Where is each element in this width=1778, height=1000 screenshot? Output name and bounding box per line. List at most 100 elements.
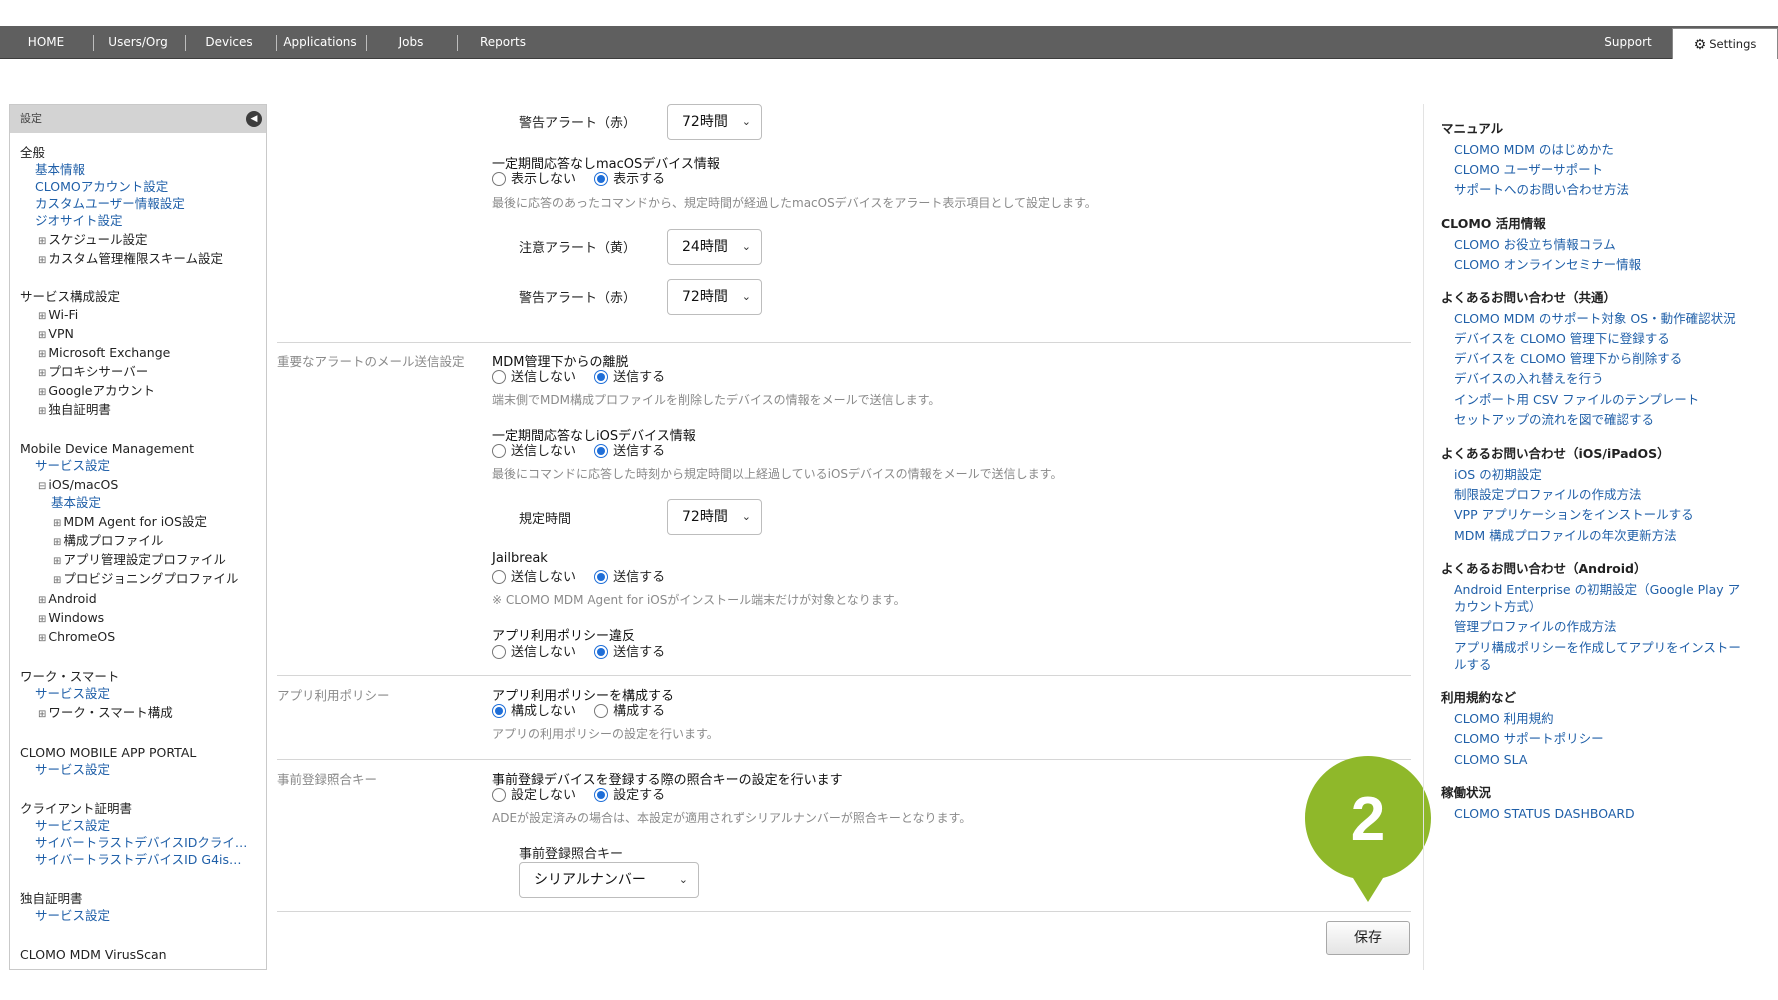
help-link[interactable]: デバイスの入れ替えを行う xyxy=(1454,370,1604,387)
help-link[interactable]: カウント方式） xyxy=(1454,598,1542,615)
sidebar-header: 設定 ◀ xyxy=(10,105,266,133)
sidebar-heading-virusscan: CLOMO MDM VirusScan xyxy=(20,947,167,962)
sidebar-link-basic-info[interactable]: 基本情報 xyxy=(35,162,85,178)
caution-alert-select[interactable]: 24時間 ⌄ xyxy=(667,229,762,265)
sidebar-tree-ios-macos[interactable]: iOS/macOS xyxy=(38,477,118,495)
sidebar-tree-google-account[interactable]: Googleアカウント xyxy=(38,383,155,401)
leave-send-on-option[interactable]: 送信する xyxy=(594,370,665,385)
section-divider xyxy=(277,675,1411,676)
sidebar-tree-config-profile[interactable]: 構成プロファイル xyxy=(53,533,163,551)
help-link[interactable]: デバイスを CLOMO 管理下から削除する xyxy=(1454,350,1682,367)
ios-no-response-options: 送信しない 送信する xyxy=(492,443,679,461)
sidebar-link-cybertrust-g4[interactable]: サイバートラストデバイスID G4is… xyxy=(35,852,242,868)
sidebar-link-cybertrust-client[interactable]: サイバートラストデバイスIDクライ… xyxy=(35,835,247,851)
chevron-down-icon: ⌄ xyxy=(741,290,751,303)
help-link[interactable]: アプリ構成ポリシーを作成してアプリをインストー xyxy=(1454,639,1741,656)
nav-support[interactable]: Support xyxy=(1590,26,1666,59)
nav-settings[interactable]: ⚙ Settings xyxy=(1672,28,1778,59)
top-warn-alert-select[interactable]: 72時間 ⌄ xyxy=(667,104,762,140)
sidebar-tree-windows[interactable]: Windows xyxy=(38,610,104,628)
sidebar-link-own-cert-service[interactable]: サービス設定 xyxy=(35,908,110,924)
sidebar-tree-chromeos[interactable]: ChromeOS xyxy=(38,629,115,647)
save-button[interactable]: 保存 xyxy=(1326,921,1410,955)
help-link[interactable]: 制限設定プロファイルの作成方法 xyxy=(1454,486,1642,503)
jb-send-on-option[interactable]: 送信する xyxy=(594,570,665,585)
step-marker-badge: 2 xyxy=(1305,756,1431,902)
prereg-key-select[interactable]: シリアルナンバー ⌄ xyxy=(519,862,699,898)
section-divider xyxy=(277,911,1411,912)
collapse-sidebar-icon[interactable]: ◀ xyxy=(246,111,262,127)
ios-send-off-option[interactable]: 送信しない xyxy=(492,444,576,459)
send-off-label: 送信しない xyxy=(511,645,577,660)
nav-home[interactable]: HOME xyxy=(14,26,78,59)
sidebar-tree-proxy[interactable]: プロキシサーバー xyxy=(38,364,148,382)
sidebar-link-clomo-account[interactable]: CLOMOアカウント設定 xyxy=(35,179,168,195)
ios-send-on-option[interactable]: 送信する xyxy=(594,444,665,459)
sidebar-tree-exchange[interactable]: Microsoft Exchange xyxy=(38,345,170,363)
mac-no-response-hint: 最後に応答のあったコマンドから、規定時間が経過したmacOSデバイスをアラート表… xyxy=(492,196,1097,210)
sidebar-link-custom-user-info[interactable]: カスタムユーザー情報設定 xyxy=(35,196,185,212)
sidebar-tree-mdm-agent[interactable]: MDM Agent for iOS設定 xyxy=(53,514,207,532)
warn-alert-label: 警告アラート（赤） xyxy=(519,291,637,306)
help-link[interactable]: VPP アプリケーションをインストールする xyxy=(1454,506,1694,523)
policy-violation-options: 送信しない 送信する xyxy=(492,644,679,662)
sidebar-link-mdm-service[interactable]: サービス設定 xyxy=(35,458,110,474)
pv-send-off-option[interactable]: 送信しない xyxy=(492,645,576,660)
help-link[interactable]: MDM 構成プロファイルの年次更新方法 xyxy=(1454,527,1677,544)
mac-show-option[interactable]: 表示する xyxy=(594,172,665,187)
leave-mdm-hint: 端末側でMDM構成プロファイルを削除したデバイスの情報をメールで送信します。 xyxy=(492,393,941,407)
help-link[interactable]: CLOMO MDM のはじめかた xyxy=(1454,141,1614,158)
help-link[interactable]: インポート用 CSV ファイルのテンプレート xyxy=(1454,391,1699,408)
help-link[interactable]: デバイスを CLOMO 管理下に登録する xyxy=(1454,330,1670,347)
help-link[interactable]: iOS の初期設定 xyxy=(1454,466,1542,483)
pv-send-on-option[interactable]: 送信する xyxy=(594,645,665,660)
prereg-off-option[interactable]: 設定しない xyxy=(492,788,576,803)
help-link[interactable]: サポートへのお問い合わせ方法 xyxy=(1454,181,1629,198)
help-link[interactable]: CLOMO お役立ち情報コラム xyxy=(1454,236,1616,253)
prereg-on-option[interactable]: 設定する xyxy=(594,788,665,803)
help-link[interactable]: Android Enterprise の初期設定（Google Play ア xyxy=(1454,581,1740,598)
policy-off-option[interactable]: 構成しない xyxy=(492,704,576,719)
help-link[interactable]: CLOMO SLA xyxy=(1454,751,1527,768)
top-nav-bar: HOME Users/Org Devices Applications Jobs… xyxy=(0,26,1778,59)
help-link[interactable]: CLOMO サポートポリシー xyxy=(1454,730,1604,747)
sidebar-link-portal-service[interactable]: サービス設定 xyxy=(35,762,110,778)
send-on-label: 送信する xyxy=(613,444,666,459)
help-link[interactable]: セットアップの流れを図で確認する xyxy=(1454,411,1654,428)
sidebar-tree-app-config-profile[interactable]: アプリ管理設定プロファイル xyxy=(53,552,226,570)
sidebar-tree-own-cert[interactable]: 独自証明書 xyxy=(38,402,111,420)
sidebar-link-basic-settings[interactable]: 基本設定 xyxy=(51,495,101,511)
help-link[interactable]: CLOMO MDM のサポート対象 OS・動作確認状況 xyxy=(1454,310,1736,327)
nav-applications[interactable]: Applications xyxy=(281,26,359,59)
help-link[interactable]: CLOMO 利用規約 xyxy=(1454,710,1554,727)
help-link[interactable]: ルする xyxy=(1454,656,1492,673)
sidebar-tree-schedule[interactable]: スケジュール設定 xyxy=(38,232,147,250)
sidebar-tree-wifi[interactable]: Wi-Fi xyxy=(38,307,78,325)
policy-on-option[interactable]: 構成する xyxy=(594,704,665,719)
help-link[interactable]: 管理プロファイルの作成方法 xyxy=(1454,618,1617,635)
help-heading-manual: マニュアル xyxy=(1441,121,1504,136)
jb-send-off-option[interactable]: 送信しない xyxy=(492,570,576,585)
mac-no-response-options: 表示しない 表示する xyxy=(492,171,679,189)
sidebar-tree-vpn[interactable]: VPN xyxy=(38,326,73,344)
sidebar-tree-work-smart-config[interactable]: ワーク・スマート構成 xyxy=(38,705,172,723)
rule-time-select[interactable]: 72時間 ⌄ xyxy=(667,499,762,535)
sidebar-link-work-service[interactable]: サービス設定 xyxy=(35,686,110,702)
warn-alert-select[interactable]: 72時間 ⌄ xyxy=(667,279,762,315)
help-link-status-dashboard[interactable]: CLOMO STATUS DASHBOARD xyxy=(1454,805,1635,822)
leave-send-off-option[interactable]: 送信しない xyxy=(492,370,576,385)
sidebar-tree-provisioning-profile[interactable]: プロビジョニングプロファイル xyxy=(53,571,238,589)
help-link[interactable]: CLOMO オンラインセミナー情報 xyxy=(1454,256,1641,273)
sidebar-tree-custom-permission[interactable]: カスタム管理権限スキーム設定 xyxy=(38,251,223,269)
nav-jobs[interactable]: Jobs xyxy=(372,26,450,59)
send-on-label: 送信する xyxy=(613,370,666,385)
mac-hide-option[interactable]: 表示しない xyxy=(492,172,576,187)
sidebar-link-client-service[interactable]: サービス設定 xyxy=(35,818,110,834)
nav-devices[interactable]: Devices xyxy=(190,26,268,59)
nav-reports[interactable]: Reports xyxy=(463,26,543,59)
nav-users-org[interactable]: Users/Org xyxy=(98,26,178,59)
sidebar-link-geosite[interactable]: ジオサイト設定 xyxy=(35,213,123,229)
radio-off-icon xyxy=(492,444,506,458)
sidebar-tree-android[interactable]: Android xyxy=(38,591,96,609)
help-link[interactable]: CLOMO ユーザーサポート xyxy=(1454,161,1603,178)
